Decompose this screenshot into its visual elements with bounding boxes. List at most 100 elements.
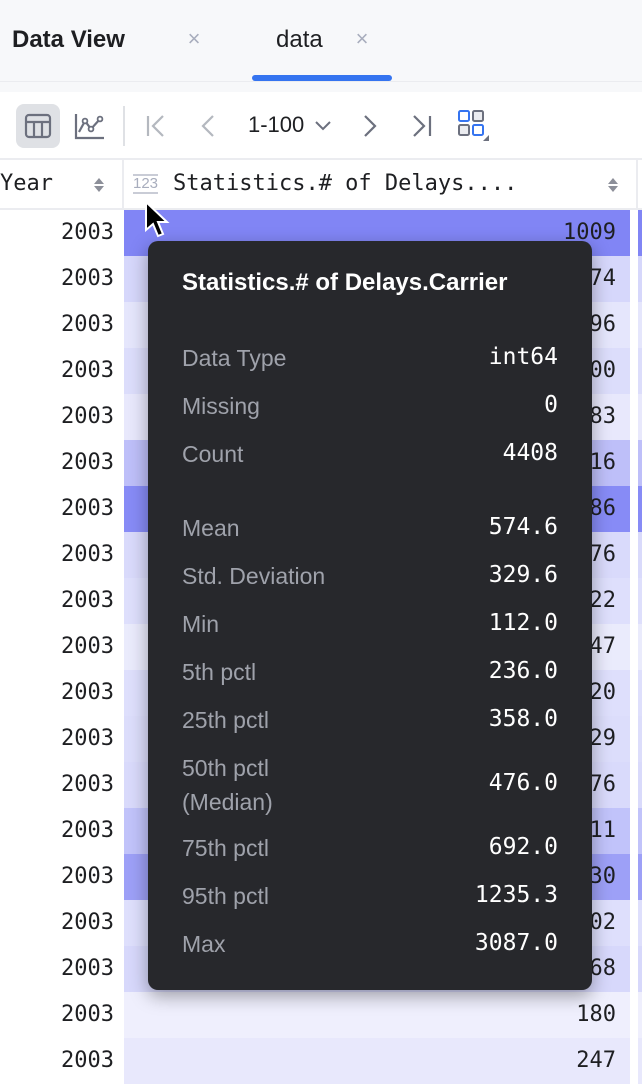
stat-value: 1235.3 bbox=[474, 882, 558, 908]
tab-bar: Data View × data × bbox=[0, 0, 642, 82]
chart-view-button[interactable] bbox=[68, 104, 112, 148]
stat-value: 112.0 bbox=[488, 610, 558, 636]
cell-next-column[interactable] bbox=[638, 210, 642, 256]
stat-label: Std. Deviation bbox=[182, 563, 326, 589]
cell-year[interactable]: 2003 bbox=[0, 256, 114, 302]
cell-next-column[interactable] bbox=[638, 670, 642, 716]
stat-value: 329.6 bbox=[488, 562, 558, 588]
close-tab-icon[interactable]: × bbox=[351, 28, 373, 50]
page-range-label: 1-100 bbox=[248, 112, 305, 137]
stat-value: 3087.0 bbox=[474, 930, 558, 956]
cell-next-column[interactable] bbox=[638, 532, 642, 578]
cell-year[interactable]: 2003 bbox=[0, 440, 114, 486]
panel-title: Data View bbox=[12, 26, 125, 53]
stat-value: 692.0 bbox=[488, 834, 558, 860]
toolbar: 1-100 bbox=[0, 92, 642, 160]
next-page-icon bbox=[364, 115, 377, 137]
stat-value: 574.6 bbox=[488, 514, 558, 540]
cell-next-column[interactable] bbox=[638, 900, 642, 946]
page-range-dropdown[interactable]: 1-100 bbox=[248, 112, 332, 138]
tooltip-title: Statistics.# of Delays.Carrier bbox=[182, 269, 508, 296]
stat-value: 4408 bbox=[502, 440, 558, 466]
stat-label: Data Type bbox=[182, 345, 287, 371]
cell-year[interactable]: 2003 bbox=[0, 210, 114, 256]
line-chart-icon bbox=[74, 114, 104, 140]
cell-year[interactable]: 2003 bbox=[0, 808, 114, 854]
cell-next-column[interactable] bbox=[638, 992, 642, 1038]
cell-next-column[interactable] bbox=[638, 486, 642, 532]
cell-next-column[interactable] bbox=[638, 808, 642, 854]
cell-next-column[interactable] bbox=[638, 624, 642, 670]
cell-year[interactable]: 2003 bbox=[0, 394, 114, 440]
tab-data[interactable]: data bbox=[276, 26, 323, 54]
stat-label: Count bbox=[182, 441, 244, 467]
table-view-button[interactable] bbox=[16, 104, 60, 148]
cell-next-column[interactable] bbox=[638, 716, 642, 762]
cell-year[interactable]: 2003 bbox=[0, 1038, 114, 1084]
stat-label: 75th pctl bbox=[182, 835, 269, 861]
numeric-type-icon: 123 bbox=[133, 174, 159, 194]
previous-page-button[interactable] bbox=[186, 104, 230, 148]
chevron-down-icon bbox=[315, 121, 332, 131]
sort-icon[interactable] bbox=[607, 176, 619, 194]
column-divider[interactable] bbox=[122, 160, 124, 208]
cell-next-column[interactable] bbox=[638, 578, 642, 624]
first-page-button[interactable] bbox=[134, 104, 178, 148]
table-icon bbox=[24, 113, 52, 139]
cell-year[interactable]: 2003 bbox=[0, 348, 114, 394]
stat-label: 5th pctl bbox=[182, 659, 257, 685]
column-layout-button[interactable] bbox=[452, 104, 496, 148]
stat-value: 476.0 bbox=[488, 770, 558, 796]
cell-year[interactable]: 2003 bbox=[0, 900, 114, 946]
cell-value: 180 bbox=[576, 1002, 616, 1027]
first-page-icon bbox=[146, 115, 164, 137]
stat-label: 50th pctl (Median) bbox=[182, 755, 273, 815]
cell-next-column[interactable] bbox=[638, 854, 642, 900]
grid-layout-icon bbox=[458, 110, 489, 141]
last-page-icon bbox=[413, 115, 432, 137]
column-divider[interactable] bbox=[636, 160, 638, 208]
sort-icon[interactable] bbox=[93, 176, 105, 194]
stat-label: Max bbox=[182, 931, 226, 957]
cell-year[interactable]: 2003 bbox=[0, 578, 114, 624]
next-page-button[interactable] bbox=[348, 104, 392, 148]
cell-next-column[interactable] bbox=[638, 762, 642, 808]
cell-delays[interactable]: 247 bbox=[124, 1038, 630, 1084]
previous-page-icon bbox=[201, 115, 214, 137]
cell-year[interactable]: 2003 bbox=[0, 716, 114, 762]
stat-value: int64 bbox=[488, 344, 558, 370]
toolbar-gap bbox=[0, 82, 642, 92]
cell-year[interactable]: 2003 bbox=[0, 670, 114, 716]
cell-next-column[interactable] bbox=[638, 302, 642, 348]
stat-value: 236.0 bbox=[488, 658, 558, 684]
stat-label: 95th pctl bbox=[182, 883, 269, 909]
cell-year[interactable]: 2003 bbox=[0, 302, 114, 348]
cell-year[interactable]: 2003 bbox=[0, 532, 114, 578]
mouse-cursor-icon bbox=[145, 200, 170, 238]
stat-value: 0 bbox=[544, 392, 558, 418]
cell-next-column[interactable] bbox=[638, 1038, 642, 1084]
cell-next-column[interactable] bbox=[638, 256, 642, 302]
column-header-year[interactable]: Year bbox=[0, 171, 53, 196]
cell-year[interactable]: 2003 bbox=[0, 762, 114, 808]
cell-next-column[interactable] bbox=[638, 394, 642, 440]
cell-year[interactable]: 2003 bbox=[0, 486, 114, 532]
close-panel-icon[interactable]: × bbox=[183, 28, 205, 50]
stat-label: 25th pctl bbox=[182, 707, 269, 733]
last-page-button[interactable] bbox=[400, 104, 444, 148]
column-header-delays[interactable]: Statistics.# of Delays.... bbox=[173, 171, 517, 196]
cell-next-column[interactable] bbox=[638, 348, 642, 394]
cell-next-column[interactable] bbox=[638, 946, 642, 992]
stat-label: Mean bbox=[182, 515, 240, 541]
table-row[interactable]: 2003 180 bbox=[0, 992, 642, 1038]
cell-next-column[interactable] bbox=[638, 440, 642, 486]
cell-year[interactable]: 2003 bbox=[0, 992, 114, 1038]
column-stats-tooltip: Statistics.# of Delays.Carrier Data Type… bbox=[148, 241, 592, 990]
cell-year[interactable]: 2003 bbox=[0, 854, 114, 900]
stat-label: Min bbox=[182, 611, 220, 637]
cell-year[interactable]: 2003 bbox=[0, 946, 114, 992]
cell-delays[interactable]: 180 bbox=[124, 992, 630, 1038]
cell-year[interactable]: 2003 bbox=[0, 624, 114, 670]
stat-label: Missing bbox=[182, 393, 260, 419]
table-row[interactable]: 2003 247 bbox=[0, 1038, 642, 1084]
